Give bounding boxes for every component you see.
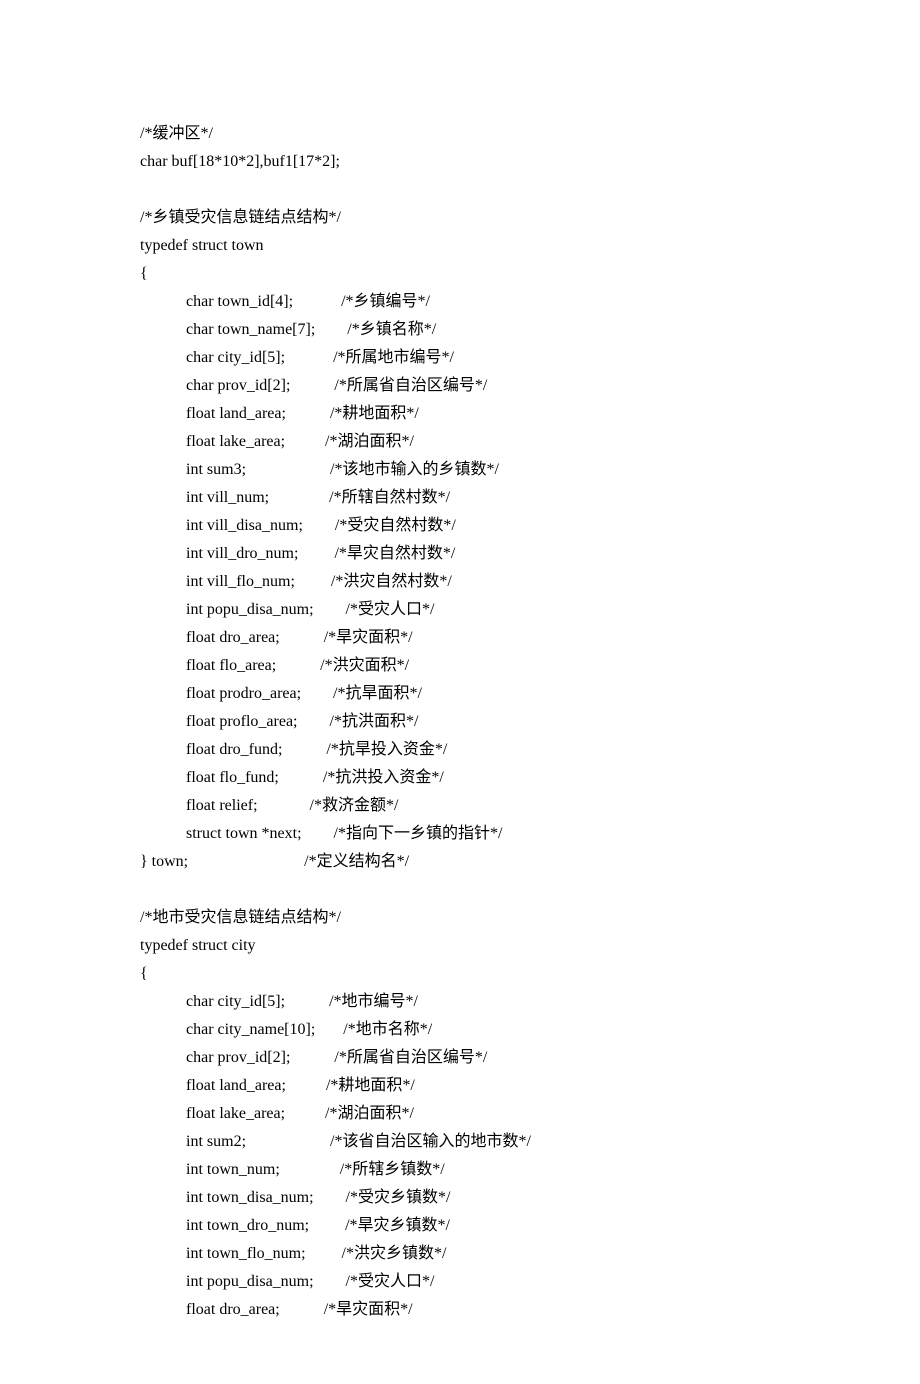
- code-line: } town; /*定义结构名*/: [140, 848, 780, 876]
- code-line: float proflo_area; /*抗洪面积*/: [140, 708, 780, 736]
- code-line: int town_dro_num; /*旱灾乡镇数*/: [140, 1212, 780, 1240]
- code-line: float lake_area; /*湖泊面积*/: [140, 1100, 780, 1128]
- code-line: int vill_dro_num; /*旱灾自然村数*/: [140, 540, 780, 568]
- document-page: /*缓冲区*/char buf[18*10*2],buf1[17*2]; /*乡…: [0, 0, 920, 1384]
- code-line: char city_id[5]; /*所属地市编号*/: [140, 344, 780, 372]
- code-line: char prov_id[2]; /*所属省自治区编号*/: [140, 372, 780, 400]
- code-line: float dro_area; /*旱灾面积*/: [140, 1296, 780, 1324]
- code-line: /*地市受灾信息链结点结构*/: [140, 904, 780, 932]
- code-line: [140, 176, 780, 204]
- code-line: char prov_id[2]; /*所属省自治区编号*/: [140, 1044, 780, 1072]
- code-line: /*乡镇受灾信息链结点结构*/: [140, 204, 780, 232]
- code-line: int town_flo_num; /*洪灾乡镇数*/: [140, 1240, 780, 1268]
- code-line: int vill_disa_num; /*受灾自然村数*/: [140, 512, 780, 540]
- code-line: float land_area; /*耕地面积*/: [140, 400, 780, 428]
- code-line: char city_id[5]; /*地市编号*/: [140, 988, 780, 1016]
- code-line: float dro_area; /*旱灾面积*/: [140, 624, 780, 652]
- code-line: /*缓冲区*/: [140, 120, 780, 148]
- code-line: float relief; /*救济金额*/: [140, 792, 780, 820]
- code-line: char city_name[10]; /*地市名称*/: [140, 1016, 780, 1044]
- code-line: float flo_fund; /*抗洪投入资金*/: [140, 764, 780, 792]
- code-line: int vill_num; /*所辖自然村数*/: [140, 484, 780, 512]
- code-line: typedef struct city: [140, 932, 780, 960]
- code-line: int popu_disa_num; /*受灾人口*/: [140, 1268, 780, 1296]
- code-line: [140, 876, 780, 904]
- code-line: float dro_fund; /*抗旱投入资金*/: [140, 736, 780, 764]
- code-line: int vill_flo_num; /*洪灾自然村数*/: [140, 568, 780, 596]
- code-line: int town_num; /*所辖乡镇数*/: [140, 1156, 780, 1184]
- code-line: char buf[18*10*2],buf1[17*2];: [140, 148, 780, 176]
- code-line: typedef struct town: [140, 232, 780, 260]
- code-line: char town_name[7]; /*乡镇名称*/: [140, 316, 780, 344]
- code-line: int popu_disa_num; /*受灾人口*/: [140, 596, 780, 624]
- code-line: {: [140, 260, 780, 288]
- code-line: int sum2; /*该省自治区输入的地市数*/: [140, 1128, 780, 1156]
- code-line: float flo_area; /*洪灾面积*/: [140, 652, 780, 680]
- code-line: int town_disa_num; /*受灾乡镇数*/: [140, 1184, 780, 1212]
- code-line: float land_area; /*耕地面积*/: [140, 1072, 780, 1100]
- code-line: int sum3; /*该地市输入的乡镇数*/: [140, 456, 780, 484]
- code-line: float lake_area; /*湖泊面积*/: [140, 428, 780, 456]
- code-line: struct town *next; /*指向下一乡镇的指针*/: [140, 820, 780, 848]
- code-line: float prodro_area; /*抗旱面积*/: [140, 680, 780, 708]
- code-line: char town_id[4]; /*乡镇编号*/: [140, 288, 780, 316]
- code-line: {: [140, 960, 780, 988]
